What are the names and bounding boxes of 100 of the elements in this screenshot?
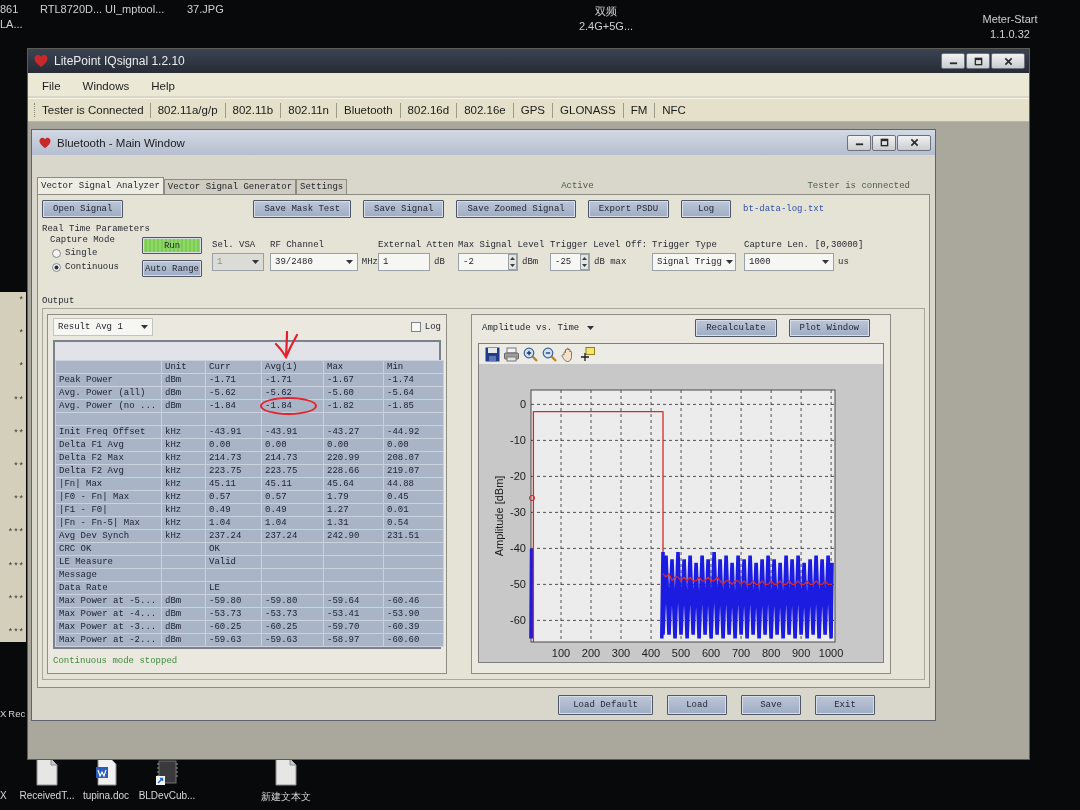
close-button[interactable]: [897, 134, 931, 151]
menu-item[interactable]: File: [42, 80, 61, 92]
zoom-in-icon[interactable]: [523, 346, 538, 362]
action-button[interactable]: Open Signal: [42, 200, 124, 218]
tick-label: 300: [611, 647, 631, 659]
standard-button[interactable]: Bluetooth: [337, 104, 400, 116]
footer-button[interactable]: Load: [667, 695, 727, 715]
spin-field[interactable]: -25: [550, 253, 590, 271]
table-cell: -1.85: [387, 401, 414, 411]
input-field[interactable]: 1: [378, 253, 430, 271]
minimize-button[interactable]: [941, 53, 965, 69]
action-button[interactable]: Save Zoomed Signal: [456, 200, 576, 218]
table-cell: 1.04: [209, 518, 231, 528]
row-label: Peak Power: [59, 375, 113, 385]
standard-button[interactable]: NFC: [655, 104, 693, 116]
icon-label[interactable]: UI_mptool...: [105, 2, 165, 17]
action-button[interactable]: Save Signal: [363, 200, 445, 218]
action-button[interactable]: Log: [681, 200, 732, 218]
dropdown[interactable]: Result Avg 1: [53, 318, 153, 336]
icon-label[interactable]: X: [0, 790, 7, 801]
tick-label: -50: [510, 578, 526, 591]
standard-button[interactable]: FM: [623, 104, 655, 116]
table-cell: dBm: [165, 596, 182, 606]
standard-button[interactable]: 802.16e: [457, 104, 513, 116]
tab[interactable]: Vector Signal Generator: [163, 179, 297, 194]
maximize-button[interactable]: [966, 53, 990, 69]
icon-label[interactable]: 861 LA...: [0, 2, 23, 32]
standard-button[interactable]: 802.16d: [400, 104, 457, 116]
table-cell: 0.54: [387, 518, 409, 528]
menu-item[interactable]: Windows: [82, 80, 130, 92]
menu-item[interactable]: Help: [151, 80, 175, 92]
document-icon[interactable]: [95, 758, 117, 786]
row-label: Delta F2 Max: [59, 453, 124, 463]
icon-label[interactable]: 双频 2.4G+5G...: [568, 4, 644, 34]
tab[interactable]: Settings: [296, 179, 348, 194]
column-header: Min: [387, 362, 404, 372]
file-icon[interactable]: [275, 758, 297, 786]
dropdown[interactable]: Amplitude vs. Time: [478, 319, 598, 337]
row-label: Max Power at -5...: [59, 596, 157, 606]
icon-label[interactable]: Rec: [8, 708, 26, 719]
table-cell: 0.00: [209, 440, 231, 450]
icon-label[interactable]: Meter-Start 1.1.0.32: [972, 12, 1048, 42]
footer-button[interactable]: Save: [741, 695, 801, 715]
table-cell: dBm: [165, 388, 182, 398]
tab[interactable]: Vector Signal Analyzer: [37, 177, 164, 194]
table-cell: 0.01: [387, 505, 409, 515]
spin-field[interactable]: -2: [458, 253, 518, 271]
asterisk-text: **: [13, 495, 24, 506]
tick-label: 900: [791, 647, 811, 659]
standard-button[interactable]: 802.11a/g/p: [150, 104, 225, 116]
standard-button[interactable]: GPS: [513, 104, 553, 116]
close-button[interactable]: [991, 53, 1025, 69]
icon-label[interactable]: tupina.doc: [82, 790, 130, 801]
icon-label[interactable]: ReceivedT...: [19, 790, 75, 801]
standard-button[interactable]: 802.11n: [281, 104, 336, 116]
row-label: Data Rate: [59, 583, 108, 593]
printer-icon[interactable]: [504, 346, 519, 362]
asterisk-text: *: [18, 329, 24, 340]
dropdown[interactable]: Signal Trigg: [652, 253, 736, 271]
standard-button[interactable]: 802.11b: [225, 104, 281, 116]
footer-button[interactable]: Exit: [815, 695, 875, 715]
maximize-button[interactable]: [872, 134, 896, 151]
table-cell: -53.73: [265, 609, 298, 619]
icon-label[interactable]: 37.JPG: [187, 2, 224, 17]
log-checkbox[interactable]: Log: [410, 322, 441, 332]
auto-range-button[interactable]: Auto Range: [142, 260, 202, 277]
file-icon[interactable]: [36, 758, 58, 786]
save-icon[interactable]: [485, 346, 500, 362]
plot-button[interactable]: Plot Window: [788, 319, 870, 337]
run-button[interactable]: Run: [142, 237, 202, 254]
icon-label[interactable]: BLDevCub...: [138, 790, 196, 801]
table-cell: 223.75: [265, 466, 298, 476]
standard-button[interactable]: GLONASS: [553, 104, 623, 116]
icon-label[interactable]: 新建文本文: [261, 790, 311, 804]
table-cell: kHz: [165, 518, 182, 528]
shortcut-icon[interactable]: [156, 758, 178, 786]
table-cell: 237.24: [209, 531, 242, 541]
tick-label: 700: [731, 647, 751, 659]
zoom-out-icon[interactable]: [542, 346, 557, 362]
table-cell: 0.00: [327, 440, 349, 450]
table-cell: dBm: [165, 635, 182, 645]
icon-label[interactable]: X: [0, 708, 7, 719]
table-cell: OK: [209, 544, 220, 554]
plot-button[interactable]: Recalculate: [695, 319, 777, 337]
table-cell: -43.91: [209, 427, 242, 437]
asterisk-text: **: [13, 395, 24, 406]
table-cell: kHz: [165, 466, 182, 476]
data-cursor-icon[interactable]: [580, 346, 595, 362]
dropdown[interactable]: 1000: [744, 253, 834, 271]
radio-option[interactable]: Single: [50, 247, 142, 259]
table-cell: -1.84: [209, 401, 236, 411]
radio-option[interactable]: Continuous: [50, 261, 142, 273]
icon-label[interactable]: RTL8720D...: [40, 2, 103, 17]
connection-status: Tester is connected: [807, 181, 911, 193]
footer-button[interactable]: Load Default: [558, 695, 653, 715]
caret-icon: [252, 260, 259, 264]
action-button[interactable]: Save Mask Test: [253, 200, 352, 218]
table-cell: -5.62: [209, 388, 236, 398]
dropdown[interactable]: 39/2480: [270, 253, 358, 271]
action-button[interactable]: Export PSDU: [587, 200, 670, 218]
